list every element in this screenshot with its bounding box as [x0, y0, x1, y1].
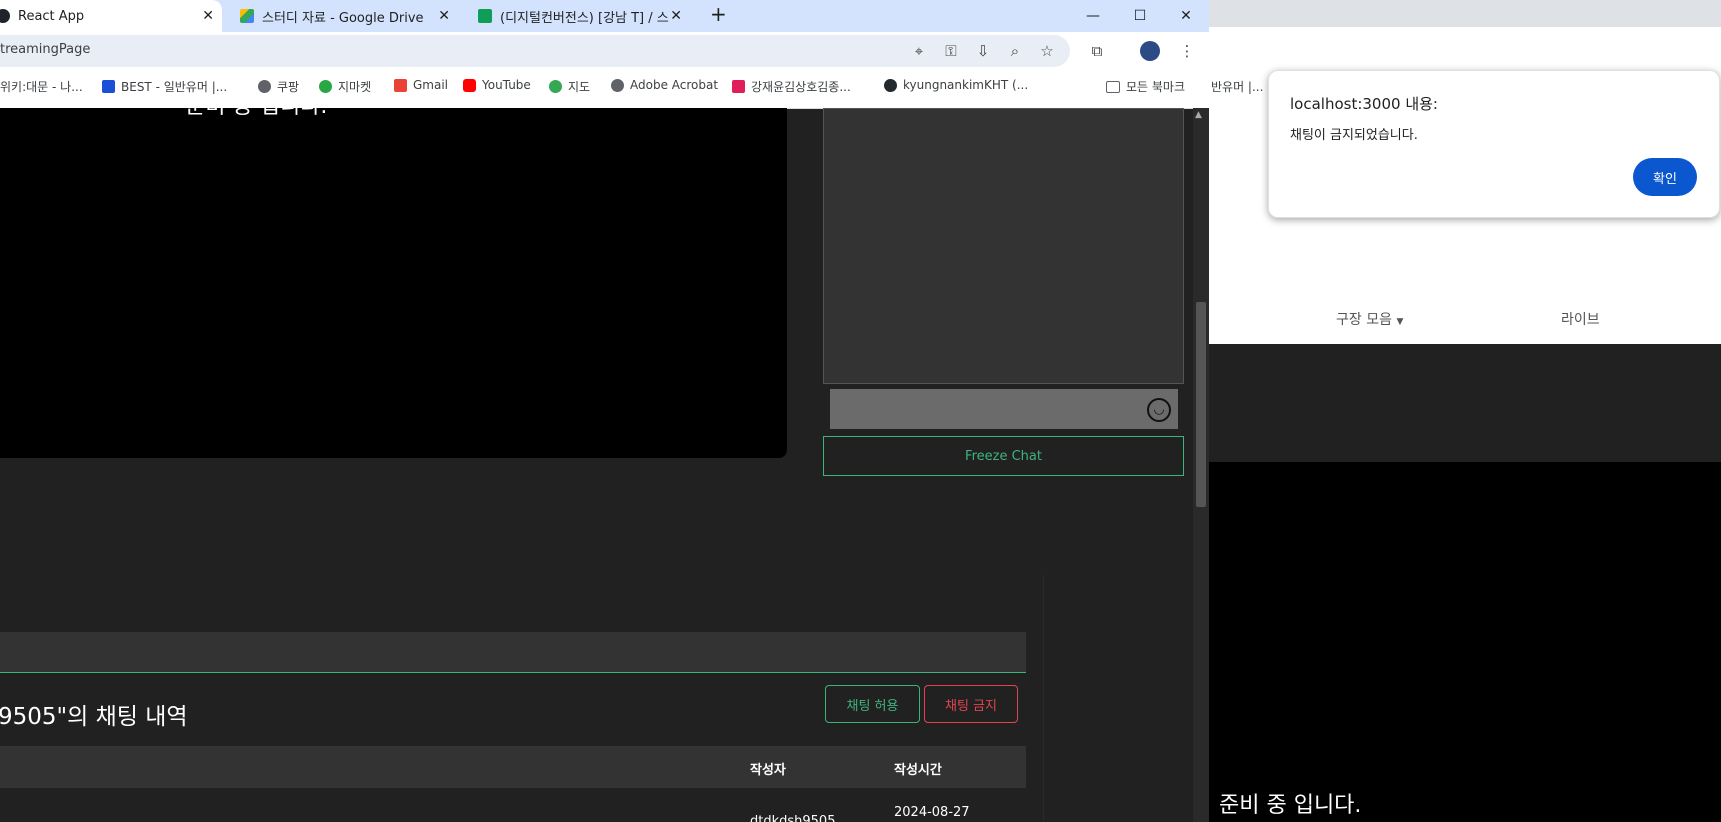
caret-down-icon: ▼	[1396, 317, 1404, 327]
bookmark-label: kyungnankimKHT (...	[903, 78, 1029, 92]
table-cell-author: dtdkdsh9505	[750, 814, 836, 822]
all-bookmarks-folder[interactable]: 모든 북마크	[1106, 78, 1185, 95]
chat-input[interactable]	[830, 389, 1178, 429]
gmarket-icon	[319, 80, 332, 93]
gmail-icon	[394, 78, 407, 92]
bookmark-item[interactable]: 쿠팡	[258, 78, 299, 95]
youtube-icon	[463, 78, 476, 92]
nav-live-link[interactable]: 라이브	[1561, 309, 1600, 329]
bookmark-item[interactable]: Gmail	[394, 78, 448, 92]
video-player[interactable]	[1209, 462, 1721, 822]
bookmark-label: 강재윤김상호김종...	[751, 80, 851, 94]
install-icon[interactable]: ⇩	[972, 40, 994, 62]
table-cell-time: 2024-08-27	[894, 805, 970, 820]
react-icon	[0, 9, 10, 23]
bookmark-item[interactable]: Adobe Acrobat	[611, 78, 718, 92]
bookmark-label: 지마켓	[338, 80, 372, 94]
nav-label: 구장 모음	[1336, 312, 1392, 328]
freeze-chat-button[interactable]: Freeze Chat	[823, 436, 1184, 476]
bookmark-label: 모든 북마크	[1126, 80, 1186, 94]
bookmark-label: Adobe Acrobat	[630, 78, 719, 92]
column-header-author: 작성자	[750, 763, 786, 778]
bookmark-label: BEST - 일반유머 |...	[121, 80, 228, 94]
bookmark-item[interactable]: 지마켓	[319, 78, 371, 95]
bookmark-favicon-icon	[102, 80, 115, 93]
dialog-ok-button[interactable]: 확인	[1633, 158, 1697, 196]
new-tab-button[interactable]: +	[710, 2, 727, 26]
close-tab-icon[interactable]: ✕	[438, 8, 450, 24]
url-text[interactable]: treamingPage	[0, 42, 90, 57]
bookmark-item[interactable]: 강재윤김상호김종...	[732, 78, 851, 95]
tab-label: (디지털컨버전스) [강남 T] / 스	[500, 10, 669, 26]
location-icon[interactable]: ⌖	[908, 40, 930, 62]
bookmark-label: 쿠팡	[277, 80, 300, 94]
key-icon[interactable]: ⚿	[940, 40, 962, 62]
tab-label: React App	[18, 8, 85, 24]
bookmark-label[interactable]: 반유머 |...	[1211, 78, 1263, 95]
bookmark-label: YouTube	[482, 78, 531, 92]
profile-avatar[interactable]	[1140, 41, 1160, 61]
folder-icon	[1106, 80, 1120, 93]
bookmark-label: 위키:대문 - 나...	[0, 80, 83, 94]
bookmark-label: Gmail	[413, 78, 449, 92]
tab-react-app[interactable]: React App ✕	[0, 0, 222, 32]
ban-chat-button[interactable]: 채팅 금지	[924, 685, 1018, 723]
video-caption: 준비 중 입니다.	[1219, 793, 1362, 818]
tab-strip	[1209, 0, 1721, 27]
allow-chat-button[interactable]: 채팅 허용	[825, 685, 920, 723]
globe-icon	[258, 80, 271, 93]
tab-sheets[interactable]: (디지털컨버전스) [강남 T] / 스 ✕	[468, 0, 690, 32]
bookmark-label: 지도	[568, 80, 591, 94]
table-header	[0, 746, 1026, 788]
bookmark-item[interactable]: 지도	[549, 78, 590, 95]
bookmark-item[interactable]: 위키:대문 - 나...	[0, 78, 83, 95]
minimize-button[interactable]: —	[1070, 0, 1116, 32]
google-sheets-icon	[478, 9, 492, 23]
zoom-icon[interactable]: ⌕	[1004, 40, 1026, 62]
chat-history-title: 9505"의 채팅 내역	[0, 704, 188, 730]
dialog-message: 채팅이 금지되었습니다.	[1290, 128, 1418, 143]
bookmark-star-icon[interactable]: ☆	[1036, 40, 1058, 62]
video-player[interactable]	[0, 108, 787, 458]
dialog-title: localhost:3000 내용:	[1290, 95, 1438, 113]
stadiums-dropdown[interactable]: 구장 모음 ▼	[1336, 309, 1403, 329]
github-icon	[884, 78, 897, 92]
tab-label: 스터디 자료 - Google Drive	[262, 10, 424, 26]
scrollbar-thumb[interactable]	[1196, 302, 1206, 507]
tab-google-drive[interactable]: 스터디 자료 - Google Drive ✕	[236, 0, 458, 32]
column-header-time: 작성시간	[894, 763, 942, 778]
google-drive-icon	[240, 9, 254, 23]
close-window-button[interactable]: ✕	[1163, 0, 1209, 32]
globe-icon	[611, 78, 624, 92]
content-spacer	[1209, 344, 1721, 462]
maximize-button[interactable]: ☐	[1117, 0, 1163, 32]
left-browser-window: React App ✕ 스터디 자료 - Google Drive ✕ (디지털…	[0, 0, 1209, 822]
toolbar	[1209, 27, 1721, 67]
panel-header-bar	[0, 632, 1026, 673]
menu-icon[interactable]: ⋮	[1176, 40, 1198, 62]
close-tab-icon[interactable]: ✕	[202, 8, 214, 24]
close-tab-icon[interactable]: ✕	[670, 8, 682, 24]
bookmark-item[interactable]: BEST - 일반유머 |...	[102, 78, 227, 95]
bookmark-item[interactable]: kyungnankimKHT (...	[884, 78, 1028, 92]
scroll-up-arrow-icon[interactable]: ▲	[1195, 110, 1202, 120]
extensions-icon[interactable]: ⧉	[1086, 40, 1108, 62]
emoji-icon[interactable]: ◡	[1147, 398, 1171, 422]
slack-icon	[732, 80, 745, 93]
maps-icon	[549, 80, 562, 93]
bookmark-item[interactable]: YouTube	[463, 78, 531, 92]
chat-messages-area	[823, 108, 1184, 384]
